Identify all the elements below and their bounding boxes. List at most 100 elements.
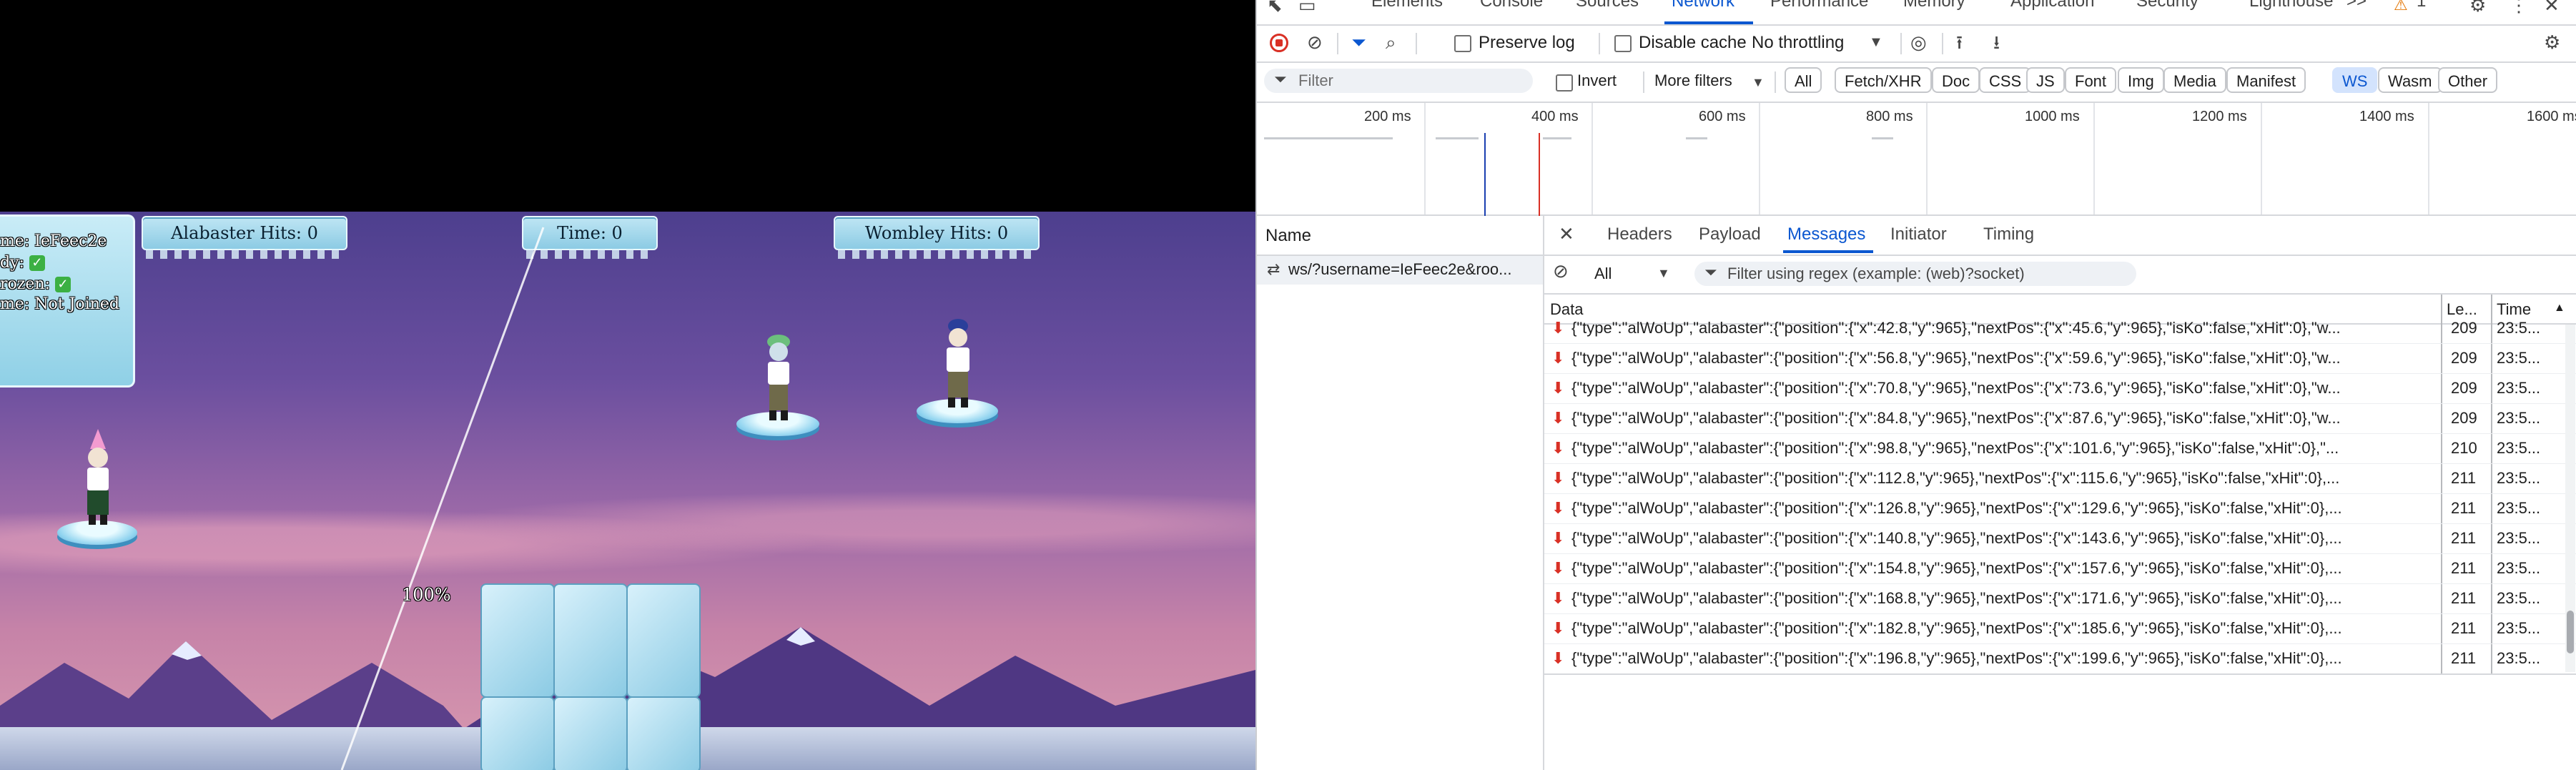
filter-input-box[interactable]: ⏷ Filter [1264,69,1533,93]
message-length: 211 [2451,559,2477,577]
import-har-icon[interactable]: ⭱ [1956,31,1963,53]
tab-headers[interactable]: Headers [1607,224,1672,245]
message-time: 23:5... [2497,439,2541,457]
type-filter-all[interactable]: All [1785,67,1822,93]
message-row[interactable]: ⬇ {"type":"alWoUp","alabaster":{"position… [1544,583,2576,614]
game-viewport[interactable]: me: IeFeec2e dy: ✓ rozen: ✓ me: Not Join… [0,0,1255,770]
tab-application[interactable]: Application [2010,0,2094,11]
type-filter-img[interactable]: Img [2118,67,2164,93]
type-filter-media[interactable]: Media [2163,67,2226,93]
message-data[interactable]: {"type":"alWoUp","alabaster":{"position"… [1571,463,2544,493]
record-stop-icon[interactable] [1270,34,1288,52]
tab-security[interactable]: Security [2136,0,2199,11]
timeline-bar [1436,137,1479,139]
message-row[interactable]: ⬇ {"type":"alWoUp","alabaster":{"position… [1544,433,2576,464]
message-data[interactable]: {"type":"alWoUp","alabaster":{"position"… [1571,403,2544,433]
search-icon[interactable]: ⌕ [1386,31,1396,53]
clear-icon[interactable]: ⊘ [1307,31,1323,53]
close-devtools-icon[interactable]: ✕ [2544,0,2560,16]
type-filter-css[interactable]: CSS [1979,67,2032,93]
close-detail-icon[interactable]: ✕ [1559,223,1574,245]
message-row[interactable]: ⬇ {"type":"alWoUp","alabaster":{"position… [1544,463,2576,494]
throttling-select[interactable]: No throttling [1752,33,1844,53]
timeline-tick: 1600 ms [2527,109,2576,124]
message-row[interactable]: ⬇ {"type":"alWoUp","alabaster":{"position… [1544,523,2576,554]
chevron-down-icon[interactable]: ▼ [1869,31,1883,53]
disable-cache-checkbox[interactable] [1614,35,1632,52]
export-har-icon[interactable]: ⭳ [1993,31,2000,53]
chevron-down-icon[interactable]: ▼ [1752,71,1765,93]
message-data[interactable]: {"type":"alWoUp","alabaster":{"position"… [1571,613,2544,643]
warning-count[interactable]: 1 [2417,0,2426,11]
type-filter-font[interactable]: Font [2065,67,2117,93]
type-filter-doc[interactable]: Doc [1932,67,1980,93]
tab-network[interactable]: Network [1672,0,1734,11]
message-row[interactable]: ⬇ {"type":"alWoUp","alabaster":{"position… [1544,403,2576,434]
message-time: 23:5... [2497,619,2541,637]
warning-icon[interactable]: ⚠ [2394,0,2408,16]
type-filter-js[interactable]: JS [2026,67,2065,93]
message-data[interactable]: {"type":"alWoUp","alabaster":{"position"… [1571,493,2544,523]
request-row[interactable]: ⇄ ws/?username=IeFeec2e&roo... [1257,256,1543,285]
type-filter-other[interactable]: Other [2438,67,2498,93]
scrollbar-thumb[interactable] [2567,611,2574,653]
settings-gear-icon[interactable]: ⚙ [2469,0,2486,16]
tab-messages[interactable]: Messages [1787,224,1865,245]
regex-filter-input[interactable]: Filter using regex (example: (web)?socke… [1727,265,2025,283]
request-name[interactable]: ws/?username=IeFeec2e&roo... [1288,260,1511,279]
more-tabs-button[interactable]: >> [2346,0,2367,11]
message-row[interactable]: ⬇ {"type":"alWoUp","alabaster":{"position… [1544,553,2576,584]
network-conditions-icon[interactable]: ◎ [1910,31,1927,53]
message-row[interactable]: ⬇ {"type":"alWoUp","alabaster":{"position… [1544,613,2576,644]
message-row[interactable]: ⬇ {"type":"alWoUp","alabaster":{"position… [1544,343,2576,374]
type-filter-fetch-xhr[interactable]: Fetch/XHR [1835,67,1932,93]
type-filter-ws[interactable]: WS [2332,67,2378,93]
message-data[interactable]: {"type":"alWoUp","alabaster":{"position"… [1571,433,2544,463]
tab-performance[interactable]: Performance [1770,0,1868,11]
messages-scrollbar[interactable] [2565,325,2575,672]
name-column-header[interactable]: Name [1265,226,1311,246]
tab-timing[interactable]: Timing [1983,224,2034,245]
message-type-select[interactable]: All [1594,265,1612,283]
load-event-marker [1539,133,1540,217]
ice-block [553,583,628,698]
more-options-icon[interactable]: ⋮ [2510,0,2528,16]
message-data[interactable]: {"type":"alWoUp","alabaster":{"position"… [1571,583,2544,613]
type-filter-manifest[interactable]: Manifest [2226,67,2306,93]
tab-lighthouse[interactable]: Lighthouse [2249,0,2333,11]
invert-checkbox[interactable] [1556,74,1573,92]
chevron-down-icon[interactable]: ▼ [1657,266,1670,281]
network-settings-gear-icon[interactable]: ⚙ [2544,31,2560,53]
message-length: 209 [2451,409,2477,427]
received-arrow-icon: ⬇ [1551,319,1565,337]
message-data[interactable]: {"type":"alWoUp","alabaster":{"position"… [1571,523,2544,553]
received-arrow-icon: ⬇ [1551,439,1565,457]
message-data[interactable]: {"type":"alWoUp","alabaster":{"position"… [1571,643,2544,673]
preserve-log-checkbox[interactable] [1454,35,1471,52]
message-data[interactable]: {"type":"alWoUp","alabaster":{"position"… [1571,553,2544,583]
type-filter-wasm[interactable]: Wasm [2378,67,2442,93]
tab-memory[interactable]: Memory [1903,0,1965,11]
message-data[interactable]: {"type":"alWoUp","alabaster":{"position"… [1571,373,2544,403]
filter-funnel-icon[interactable]: ⏷ [1351,31,1366,53]
inspect-element-icon[interactable]: ⬉ [1267,0,1283,16]
regex-filter-box[interactable]: ⏷ Filter using regex (example: (web)?soc… [1694,262,2136,286]
tab-elements[interactable]: Elements [1371,0,1443,11]
message-row[interactable]: ⬇ {"type":"alWoUp","alabaster":{"position… [1544,493,2576,524]
more-filters-dropdown[interactable]: More filters [1654,71,1732,90]
filter-input[interactable]: Filter [1298,71,1333,90]
message-row[interactable]: ⬇ {"type":"alWoUp","alabaster":{"position… [1544,643,2576,674]
device-toolbar-icon[interactable]: ▭ [1298,0,1316,16]
tab-console[interactable]: Console [1480,0,1543,11]
player-elf[interactable] [80,429,116,526]
ice-block [626,583,701,698]
message-data[interactable]: {"type":"alWoUp","alabaster":{"position"… [1571,343,2544,373]
message-row[interactable]: ⬇ {"type":"alWoUp","alabaster":{"position… [1544,373,2576,404]
message-time: 23:5... [2497,649,2541,667]
tab-sources[interactable]: Sources [1576,0,1639,11]
tab-payload[interactable]: Payload [1699,224,1761,245]
tab-initiator[interactable]: Initiator [1890,224,1947,245]
clear-messages-icon[interactable]: ⊘ [1553,260,1569,282]
message-row[interactable]: ⬇ {"type":"alWoUp","alabaster":{"position… [1544,313,2576,344]
message-data[interactable]: {"type":"alWoUp","alabaster":{"position"… [1571,313,2544,343]
